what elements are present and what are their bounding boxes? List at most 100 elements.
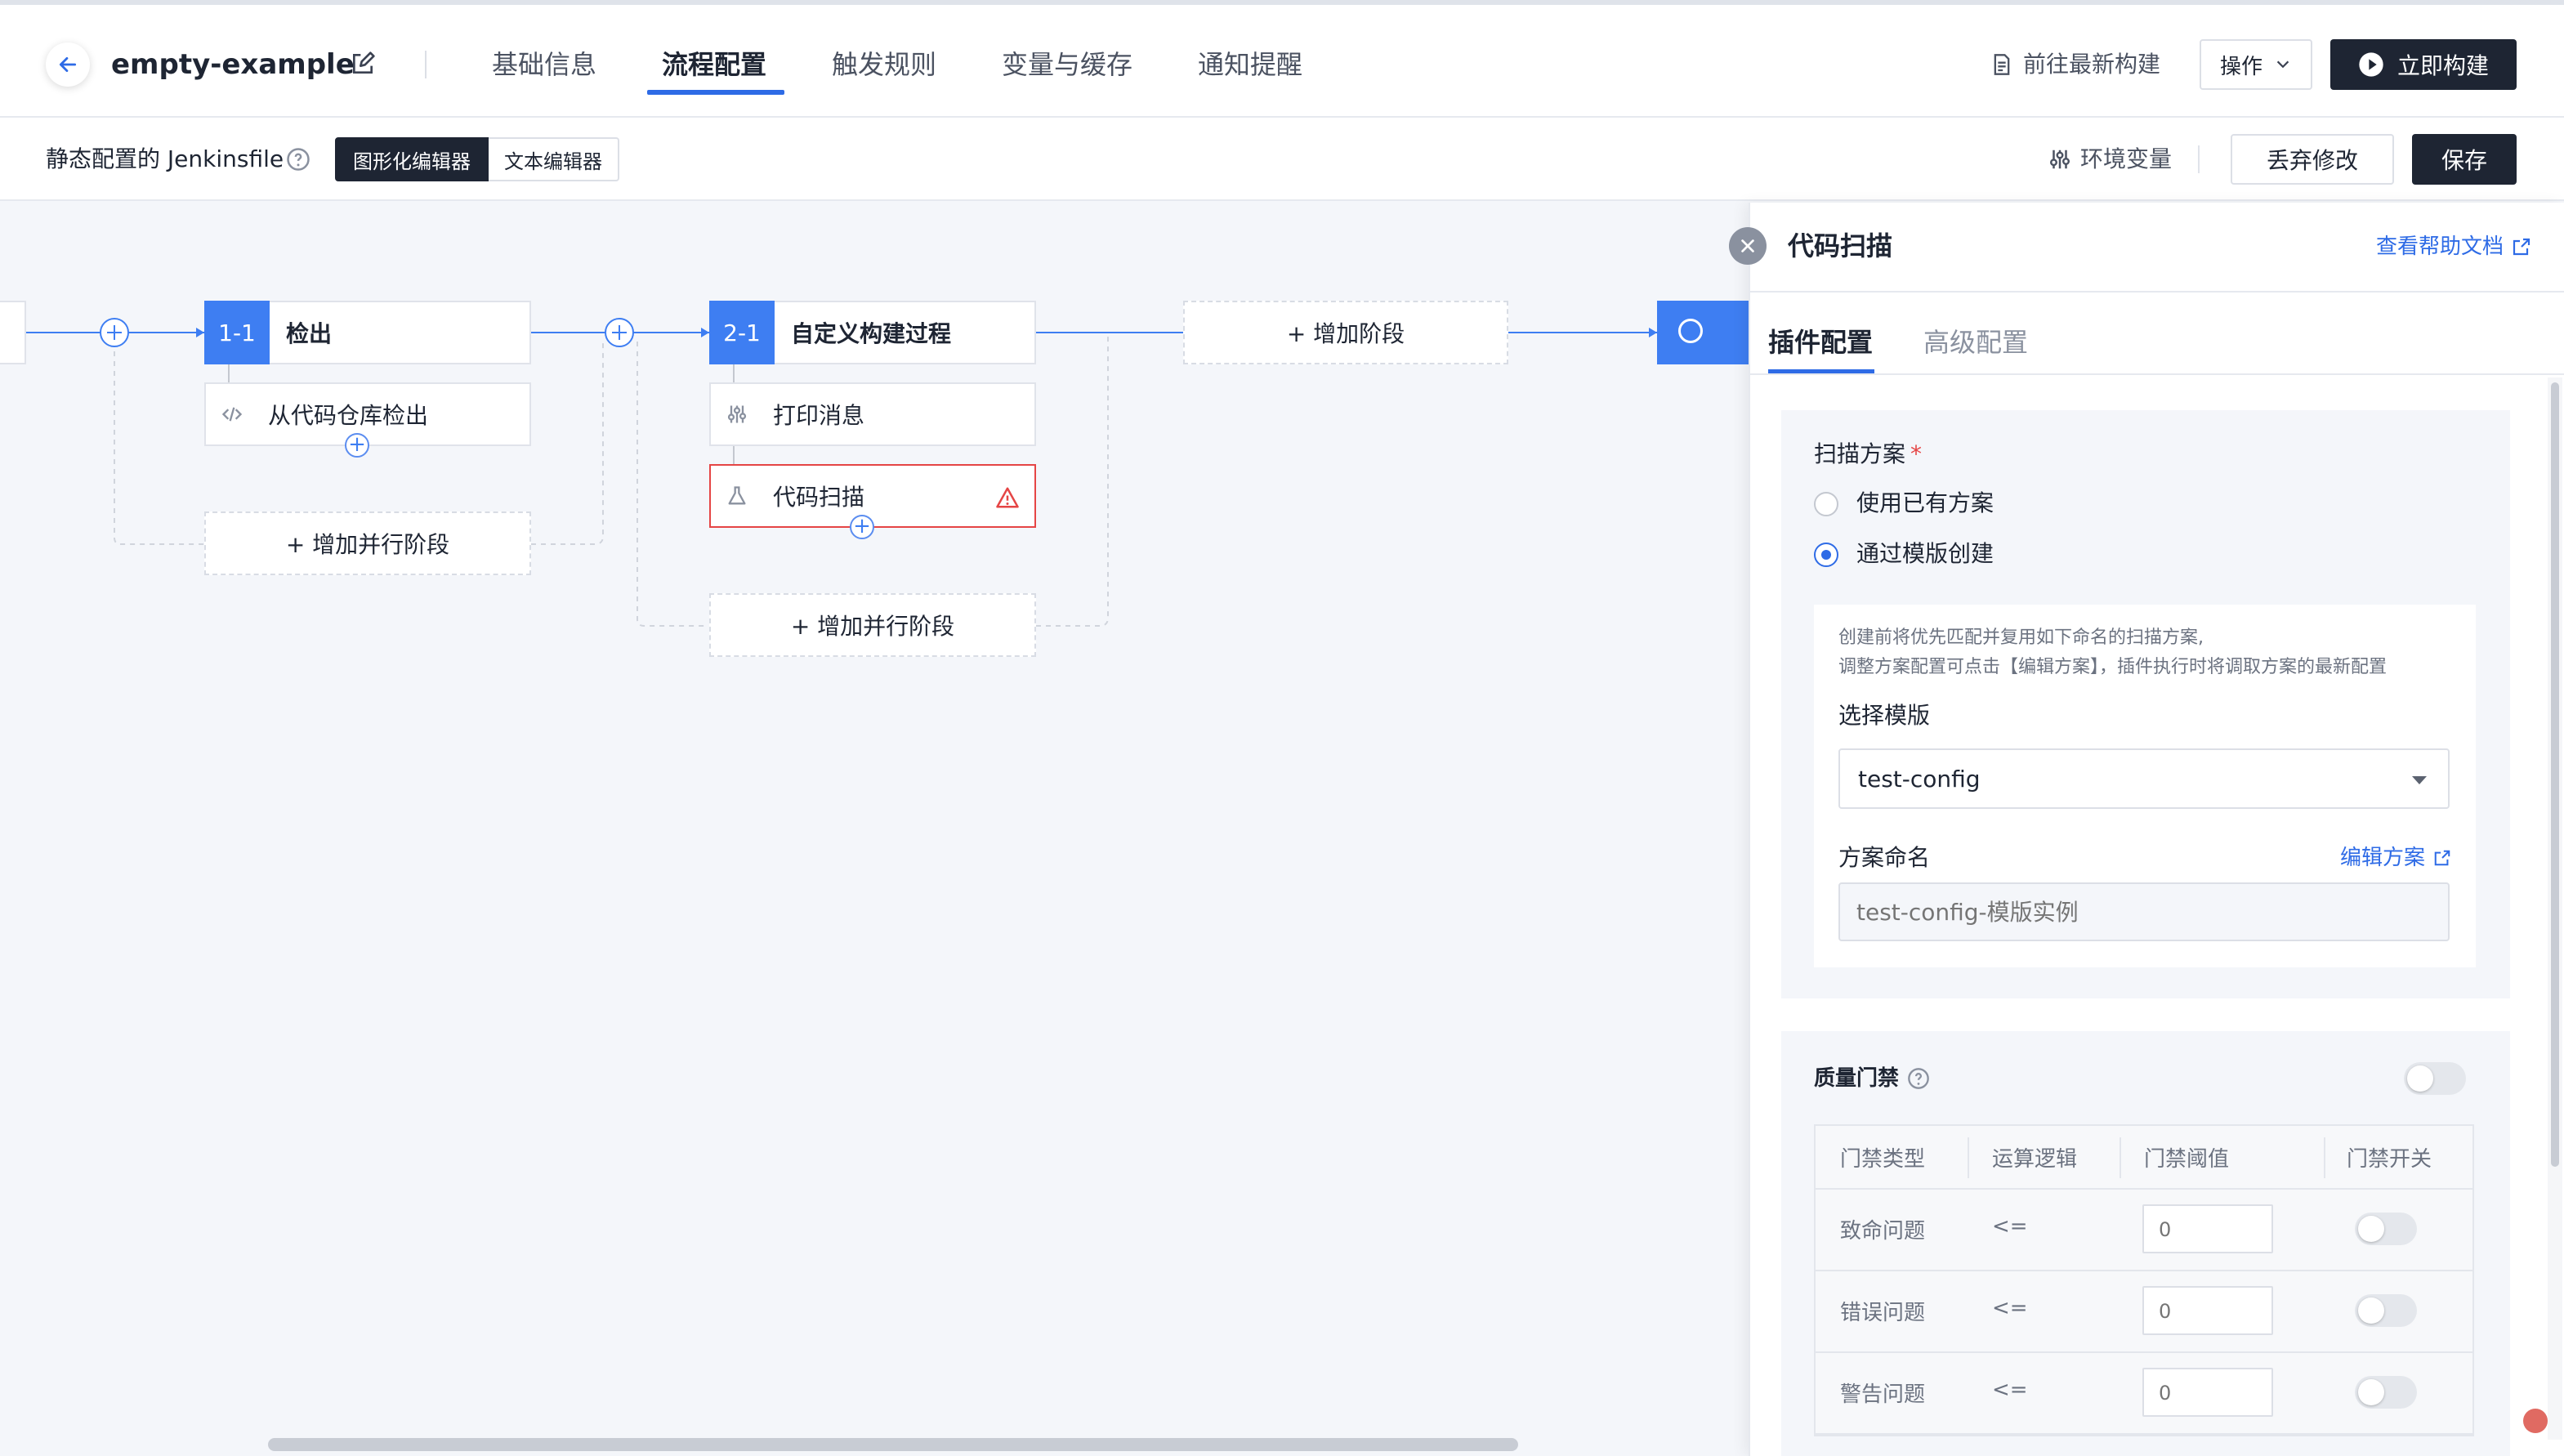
tab-variables-cache[interactable]: 变量与缓存 xyxy=(1002,46,1132,83)
radio-create-from-template[interactable] xyxy=(1814,543,1838,567)
tab-trigger-rules[interactable]: 触发规则 xyxy=(832,46,936,83)
threshold-input[interactable] xyxy=(2159,1299,2257,1324)
help-circle-icon[interactable] xyxy=(1907,1067,1930,1090)
help-circle-icon[interactable] xyxy=(286,147,310,172)
previous-stage-node[interactable] xyxy=(0,301,26,364)
edit-icon[interactable] xyxy=(350,51,376,77)
editor-toolbar: 静态配置的 Jenkinsfile 图形化编辑器 文本编辑器 环境变量 丢弃修改… xyxy=(0,118,2564,201)
tab-basic-info[interactable]: 基础信息 xyxy=(492,46,596,83)
help-doc-link[interactable]: 查看帮助文档 xyxy=(2376,230,2531,263)
column-divider xyxy=(2324,1137,2325,1178)
active-tab-indicator xyxy=(647,90,784,95)
gate-switch[interactable] xyxy=(2355,1294,2417,1327)
step-name: 从代码仓库检出 xyxy=(268,402,429,429)
add-parallel-stage-button[interactable]: + 增加并行阶段 xyxy=(709,593,1036,657)
step-checkout-repo[interactable]: 从代码仓库检出 xyxy=(204,382,531,446)
external-link-icon xyxy=(2434,850,2450,866)
env-vars-link[interactable]: 环境变量 xyxy=(2048,142,2172,176)
step-print-message[interactable]: 打印消息 xyxy=(709,382,1036,446)
close-icon xyxy=(1741,239,1754,252)
step-name: 代码扫描 xyxy=(773,484,865,511)
panel-vertical-scrollbar[interactable] xyxy=(2548,377,2562,1440)
status-indicator[interactable] xyxy=(2523,1409,2548,1433)
table-row: 警告问题 <= xyxy=(1816,1353,2472,1435)
table-header-row: 门禁类型 运算逻辑 门禁阈值 门禁开关 xyxy=(1816,1126,2472,1190)
scan-scheme-card: 扫描方案 * 使用已有方案 通过模版创建 创建前将优先匹配并复用如下命名的扫描方案… xyxy=(1781,410,2510,998)
edit-scheme-link[interactable]: 编辑方案 xyxy=(2340,842,2451,874)
scrollbar-thumb[interactable] xyxy=(268,1438,1518,1451)
sliders-icon xyxy=(727,405,747,423)
add-step-button[interactable]: + xyxy=(345,433,369,458)
build-now-label: 立即构建 xyxy=(2396,52,2489,79)
warning-icon xyxy=(996,487,1019,508)
end-stage-node[interactable] xyxy=(1657,301,1749,364)
chevron-down-icon xyxy=(2276,60,2289,69)
top-header: empty-example 基础信息 流程配置 触发规则 变量与缓存 通知提醒 … xyxy=(0,0,2564,118)
pipeline-canvas[interactable]: 1-1 检出 从代码仓库检出 + + 增加并行阶段 2-1 自定义构建过程 打印… xyxy=(0,203,1749,1436)
stage-number: 2-1 xyxy=(709,301,775,364)
tab-plugin-config[interactable]: 插件配置 xyxy=(1768,324,1873,361)
table-row: 致命问题 <= xyxy=(1816,1190,2472,1271)
add-stage-button[interactable]: + 增加阶段 xyxy=(1183,301,1508,364)
step-config-panel: 代码扫描 查看帮助文档 插件配置 高级配置 扫描方案 * 使用已有方案 通过模版创… xyxy=(1749,203,2564,1456)
jenkinsfile-label: 静态配置的 Jenkinsfile xyxy=(46,145,284,172)
gate-operator: <= xyxy=(1992,1378,2028,1402)
play-icon xyxy=(2359,52,2383,77)
step-name: 打印消息 xyxy=(773,402,865,429)
document-icon xyxy=(1994,54,2010,75)
build-now-button[interactable]: 立即构建 xyxy=(2330,39,2517,90)
sliders-icon xyxy=(2050,150,2070,169)
caret-down-icon xyxy=(2412,776,2427,784)
radio-use-existing[interactable] xyxy=(1814,492,1838,516)
operations-dropdown[interactable]: 操作 xyxy=(2200,39,2312,90)
threshold-input-wrapper xyxy=(2142,1204,2273,1253)
graphical-editor-toggle[interactable]: 图形化编辑器 xyxy=(335,137,489,181)
template-label: 选择模版 xyxy=(1838,702,1931,729)
radio-use-existing-label[interactable]: 使用已有方案 xyxy=(1856,487,1994,520)
template-config-box: 创建前将优先匹配并复用如下命名的扫描方案, 调整方案配置可点击【编辑方案】，插件… xyxy=(1814,605,2476,967)
external-link-icon xyxy=(2513,238,2530,256)
back-button[interactable] xyxy=(46,42,90,87)
panel-divider xyxy=(1750,291,2564,293)
latest-build-link[interactable]: 前往最新构建 xyxy=(1990,47,2160,82)
threshold-input[interactable] xyxy=(2159,1381,2257,1405)
gate-operator: <= xyxy=(1992,1214,2028,1239)
gate-switch[interactable] xyxy=(2355,1213,2417,1245)
add-step-button[interactable]: + xyxy=(850,515,874,539)
scheme-name-input[interactable] xyxy=(1856,895,2428,928)
scrollbar-thumb[interactable] xyxy=(2551,382,2559,1167)
scheme-name-input-wrapper xyxy=(1838,882,2450,941)
stage-checkout[interactable]: 1-1 检出 xyxy=(204,301,531,364)
arrow-left-icon xyxy=(59,57,77,72)
flask-icon xyxy=(728,486,746,505)
code-icon xyxy=(221,407,243,422)
quality-gate-card: 质量门禁 门禁类型 运算逻辑 门禁阈值 门禁开关 致命问题 <= 错误问题 xyxy=(1781,1031,2510,1456)
stage-number: 1-1 xyxy=(204,301,270,364)
required-mark: * xyxy=(1910,440,1923,467)
template-select[interactable]: test-config xyxy=(1838,748,2450,809)
latest-build-label: 前往最新构建 xyxy=(2023,51,2161,78)
threshold-input[interactable] xyxy=(2159,1217,2257,1242)
quality-gate-toggle[interactable] xyxy=(2404,1062,2466,1095)
text-editor-toggle[interactable]: 文本编辑器 xyxy=(489,137,619,181)
col-gate-type: 门禁类型 xyxy=(1840,1147,1926,1172)
save-button[interactable]: 保存 xyxy=(2412,134,2517,185)
discard-changes-button[interactable]: 丢弃修改 xyxy=(2231,134,2394,185)
scheme-name-label: 方案命名 xyxy=(1838,844,1931,871)
stage-name: 检出 xyxy=(286,320,333,347)
gate-switch[interactable] xyxy=(2355,1376,2417,1409)
stage-custom-build[interactable]: 2-1 自定义构建过程 xyxy=(709,301,1036,364)
add-parallel-stage-button[interactable]: + 增加并行阶段 xyxy=(204,511,531,575)
tab-pipeline-config[interactable]: 流程配置 xyxy=(662,46,766,83)
radio-create-from-template-label[interactable]: 通过模版创建 xyxy=(1856,538,1994,570)
tab-advanced-config[interactable]: 高级配置 xyxy=(1923,324,2028,361)
close-panel-button[interactable] xyxy=(1729,227,1767,265)
header-divider xyxy=(425,51,427,78)
step-code-scan[interactable]: 代码扫描 xyxy=(709,464,1036,528)
tab-notifications[interactable]: 通知提醒 xyxy=(1198,46,1302,83)
quality-gate-label: 质量门禁 xyxy=(1814,1066,1900,1091)
project-title: empty-example xyxy=(111,48,355,81)
end-circle-icon xyxy=(1678,319,1703,343)
col-switch: 门禁开关 xyxy=(2347,1147,2432,1172)
threshold-input-wrapper xyxy=(2142,1286,2273,1335)
